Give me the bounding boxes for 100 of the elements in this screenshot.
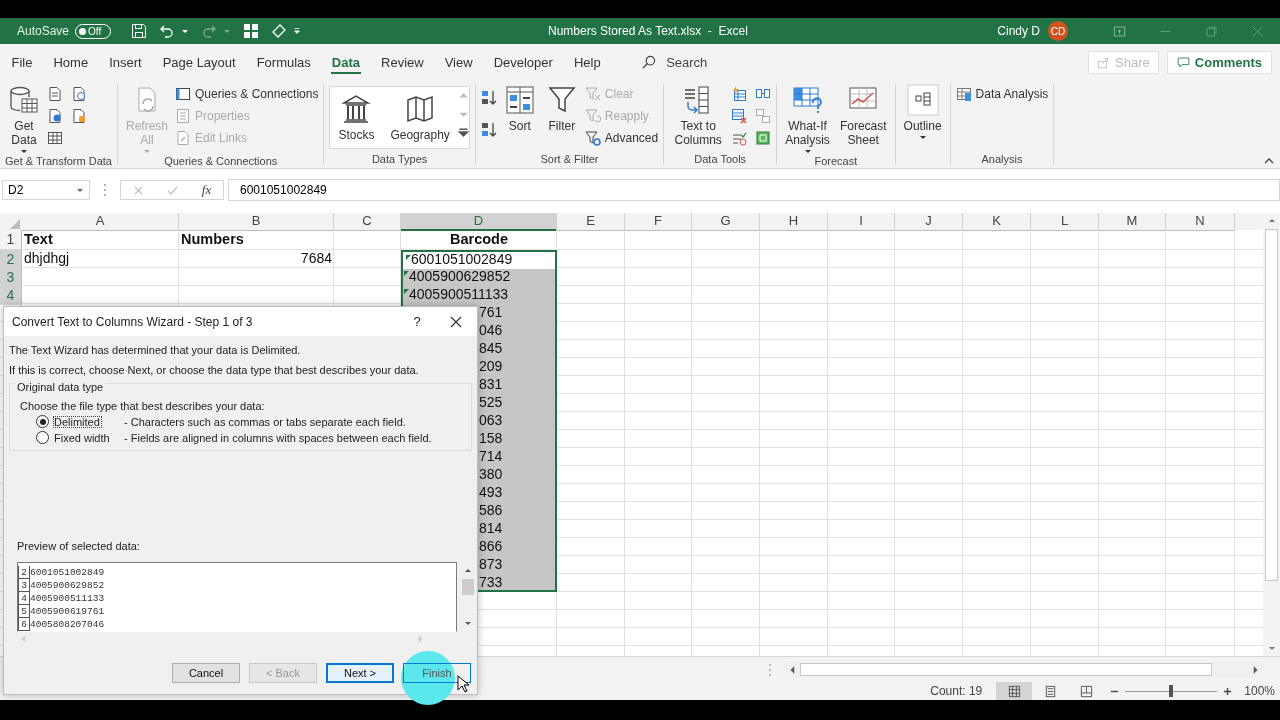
grid-icon[interactable] bbox=[243, 23, 260, 39]
ribbon-tab[interactable]: Insert bbox=[98, 44, 153, 80]
error-flag-icon[interactable] bbox=[404, 271, 409, 276]
zoom-level[interactable]: 100% bbox=[1244, 684, 1275, 698]
cube-icon[interactable] bbox=[755, 130, 772, 146]
preview-row: 4005900511133 bbox=[30, 593, 105, 604]
sort-ascending-icon[interactable] bbox=[480, 90, 497, 106]
sort-descending-icon[interactable] bbox=[480, 122, 497, 138]
undo-icon[interactable] bbox=[159, 23, 176, 39]
error-flag-icon[interactable] bbox=[406, 255, 411, 260]
sheet-cell[interactable]: Text bbox=[22, 230, 179, 250]
ribbon-button[interactable]: Sort bbox=[500, 84, 539, 133]
slider-thumb[interactable] bbox=[1169, 685, 1174, 697]
clock-file-icon[interactable] bbox=[71, 86, 87, 102]
globe-file-icon[interactable] bbox=[47, 108, 63, 124]
radio-label[interactable]: Delimited bbox=[53, 415, 102, 428]
scroll-up-icon[interactable] bbox=[1267, 217, 1276, 225]
ribbon-tab[interactable]: Formulas bbox=[246, 44, 322, 80]
gallery-item[interactable]: Geography bbox=[382, 87, 458, 148]
redo-icon[interactable] bbox=[201, 23, 218, 39]
gallery-item[interactable]: Stocks bbox=[330, 87, 383, 148]
bank-icon bbox=[340, 93, 373, 125]
sheet-cell[interactable]: 4005900511133 bbox=[401, 286, 557, 305]
sheet-cell[interactable]: 4005900629852 bbox=[401, 268, 557, 287]
scroll-down-icon[interactable] bbox=[1267, 644, 1276, 652]
row-header[interactable]: 1 bbox=[0, 230, 22, 250]
scroll-up-icon[interactable] bbox=[463, 567, 472, 575]
comments-button[interactable]: Comments bbox=[1166, 50, 1272, 74]
dialog-button[interactable]: Finish bbox=[403, 663, 471, 683]
sheet-cell[interactable]: 6001051002849 bbox=[403, 252, 555, 269]
view-button[interactable] bbox=[996, 682, 1033, 700]
name-box[interactable]: D2 bbox=[2, 180, 90, 200]
table-question-icon bbox=[791, 84, 824, 116]
ribbon-button[interactable]: Forecast Sheet bbox=[836, 84, 890, 147]
dialog-button[interactable]: Cancel bbox=[172, 663, 240, 683]
error-flag-icon[interactable] bbox=[404, 289, 409, 294]
mouse-pointer-icon bbox=[457, 675, 469, 693]
scroll-thumb[interactable] bbox=[800, 663, 1213, 676]
user-avatar[interactable]: CD bbox=[1048, 21, 1068, 41]
ribbon-button[interactable]: What-If Analysis bbox=[782, 84, 833, 155]
ribbon-tab[interactable]: Data bbox=[321, 44, 371, 80]
ribbon-tab[interactable]: Page Layout bbox=[152, 44, 247, 80]
ribbon-tab[interactable]: Help bbox=[563, 44, 612, 80]
dialog-button[interactable]: Next > bbox=[326, 663, 394, 683]
ribbon-button[interactable]: Text to Columns bbox=[669, 84, 728, 147]
ribbon-tab[interactable]: File bbox=[1, 44, 43, 80]
formula-field[interactable]: 6001051002849 bbox=[228, 179, 1280, 201]
scroll-thumb[interactable] bbox=[461, 579, 474, 595]
option-description: - Fields are aligned in columns with spaces between each field. bbox=[124, 431, 432, 444]
zoom-slider[interactable] bbox=[1125, 685, 1218, 697]
zoom-in-icon[interactable] bbox=[1223, 686, 1233, 696]
ribbon-button[interactable]: Advanced bbox=[584, 128, 659, 147]
ribbon-tab[interactable]: Review bbox=[370, 44, 435, 80]
sheet-cell[interactable]: Numbers bbox=[179, 230, 334, 250]
eraser-icon[interactable] bbox=[271, 23, 288, 39]
drag-handle-icon[interactable] bbox=[768, 662, 772, 677]
database-file-icon[interactable] bbox=[71, 108, 87, 124]
vertical-scrollbar[interactable] bbox=[1263, 213, 1280, 656]
customize-icon[interactable] bbox=[293, 27, 302, 35]
insert-function-button[interactable]: fx bbox=[201, 182, 212, 198]
sheet-cell[interactable]: Barcode bbox=[401, 230, 557, 250]
ribbon-button[interactable]: Data Analysis bbox=[955, 84, 1049, 103]
help-button[interactable]: ? bbox=[406, 314, 428, 329]
radio-button[interactable] bbox=[36, 415, 49, 428]
table-icon[interactable] bbox=[47, 130, 63, 146]
table-delete-icon[interactable] bbox=[731, 108, 748, 124]
user-name[interactable]: Cindy D bbox=[997, 24, 1040, 38]
ribbon-button[interactable]: Filter bbox=[542, 84, 581, 133]
radio-button[interactable] bbox=[36, 431, 49, 444]
caret-icon[interactable] bbox=[76, 186, 84, 194]
caret-icon[interactable] bbox=[181, 27, 190, 35]
close-icon[interactable] bbox=[450, 315, 462, 328]
column-header[interactable]: D bbox=[401, 213, 557, 231]
scroll-down-icon[interactable] bbox=[463, 619, 472, 627]
drag-handle-icon[interactable] bbox=[103, 183, 107, 197]
ribbon-button[interactable]: Queries & Connections bbox=[175, 84, 319, 103]
preview-row: 6001051002849 bbox=[30, 567, 105, 578]
ribbon-tab[interactable]: View bbox=[434, 44, 484, 80]
save-icon[interactable] bbox=[131, 23, 148, 39]
ribbon-tab[interactable]: Home bbox=[42, 44, 99, 80]
table-icon bbox=[955, 85, 972, 102]
ribbon-button[interactable]: Outline bbox=[900, 84, 945, 141]
flash-table-icon[interactable] bbox=[731, 86, 748, 102]
stacked-tables-icon[interactable] bbox=[755, 108, 772, 124]
sheet-cell[interactable]: dhjdhgj bbox=[22, 250, 179, 269]
autosave-label: AutoSave bbox=[17, 24, 70, 38]
ribbon-button[interactable]: Get Data bbox=[5, 84, 43, 155]
check-icon[interactable] bbox=[167, 184, 179, 196]
group-label: Data Types bbox=[370, 153, 429, 165]
ribbon-display-icon[interactable] bbox=[1113, 24, 1126, 38]
sheet-cell[interactable]: 7684 bbox=[179, 250, 334, 269]
radio-label[interactable]: Fixed width bbox=[53, 431, 118, 444]
search-field[interactable]: Search bbox=[664, 53, 749, 71]
scroll-thumb[interactable] bbox=[1265, 229, 1278, 581]
file-icon[interactable] bbox=[47, 86, 63, 102]
check-list-icon[interactable] bbox=[731, 130, 748, 146]
ribbon-tab[interactable]: Developer bbox=[483, 44, 564, 80]
filter-clear-icon bbox=[584, 85, 601, 102]
collapse-icon[interactable] bbox=[1264, 157, 1274, 165]
row-header[interactable]: 4 bbox=[0, 286, 22, 305]
